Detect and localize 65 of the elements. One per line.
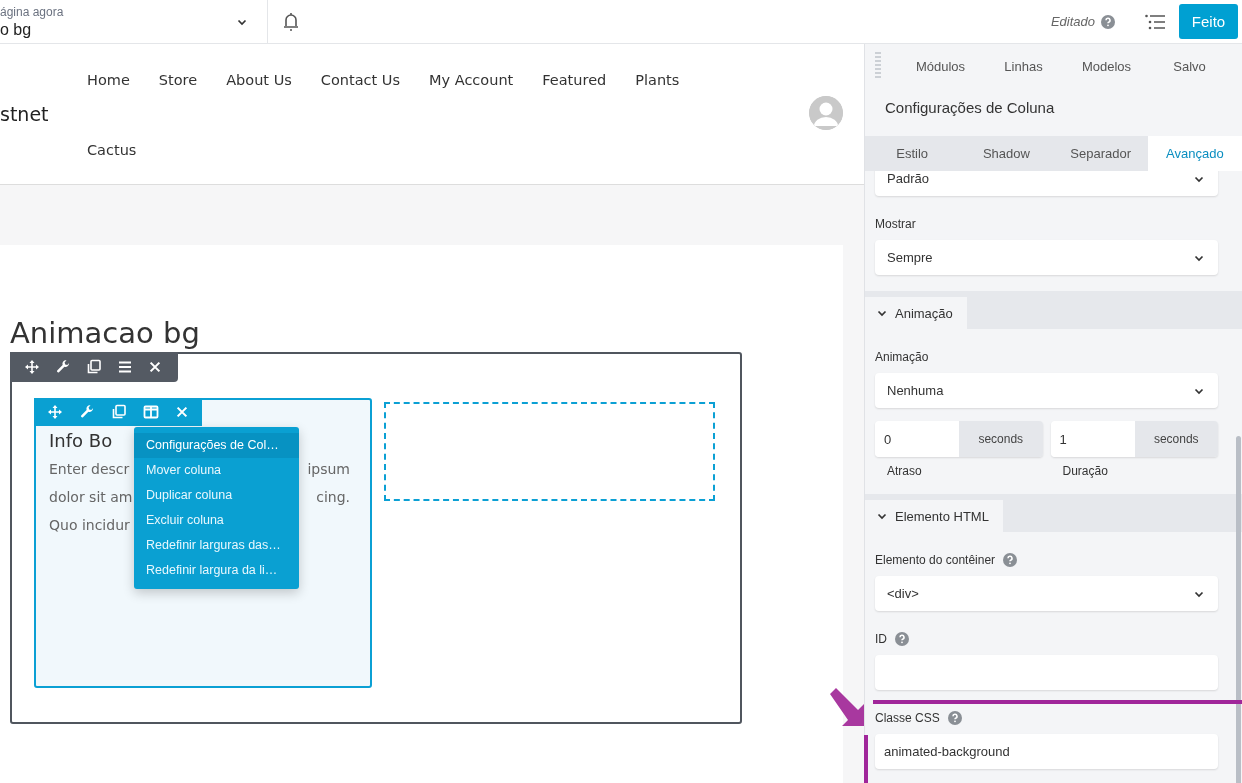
close-icon[interactable] (148, 360, 162, 374)
copy-icon[interactable] (111, 404, 127, 420)
close-icon[interactable] (175, 405, 189, 419)
body-text: cing. (316, 488, 350, 507)
section-header[interactable]: Elemento HTML (865, 500, 1003, 532)
panel-title: Configurações de Coluna (884, 98, 1056, 118)
body-text: Quo incidur (49, 516, 130, 535)
status-text: Editado (1050, 14, 1095, 29)
field-label: Animação (875, 350, 929, 364)
field-label: Elemento do contêiner (875, 553, 996, 567)
list-icon[interactable] (1145, 13, 1165, 30)
bell-icon[interactable] (282, 11, 300, 32)
field-label: Mostrar (875, 217, 916, 231)
row-outline[interactable]: Info Bo Enter descr ipsum dolor sit am cing. Quo incidur Configurações de Col… Mover coluna Duplicar coluna Excluir coluna Redefinir larguras das… Redefinir largura da li… (10, 352, 742, 724)
nav-link[interactable]: My Account (429, 72, 514, 88)
panel-tab[interactable]: Módulos (899, 58, 982, 74)
nav-link[interactable]: About Us (226, 72, 292, 88)
body-text: dolor sit am (49, 488, 133, 507)
nav-link[interactable]: Home (87, 72, 130, 88)
empty-column[interactable] (384, 402, 715, 501)
drag-handle[interactable] (875, 52, 881, 80)
field-label: Duração (1061, 464, 1109, 478)
move-icon[interactable] (24, 359, 40, 375)
nav-link[interactable]: Contact Us (320, 72, 400, 88)
panel-tab[interactable]: Linhas (982, 58, 1065, 74)
text-field[interactable] (875, 655, 1218, 690)
select-field[interactable]: Sempre (875, 240, 1218, 275)
columns-icon[interactable] (143, 404, 159, 420)
help-icon[interactable] (1003, 553, 1018, 567)
site-logo: stnet (0, 103, 50, 125)
nav-link[interactable]: Featured (542, 72, 607, 88)
section-header[interactable]: Animação (865, 297, 967, 329)
nav-link[interactable]: Plants (635, 72, 680, 88)
field-label: Classe CSS (875, 711, 940, 725)
settings-tab[interactable]: Estilo (865, 136, 960, 171)
wrench-icon[interactable] (55, 359, 71, 375)
select-field[interactable]: <div> (875, 576, 1218, 611)
select-field[interactable]: Nenhuma (875, 373, 1218, 408)
field-label: ID (875, 632, 887, 646)
field-label: Atraso (886, 464, 923, 478)
help-icon[interactable] (1101, 14, 1115, 29)
body-text: Enter descr (49, 460, 130, 479)
move-icon[interactable] (47, 404, 63, 420)
page-title: Animacao bg (10, 315, 201, 351)
avatar-icon[interactable] (809, 96, 843, 130)
body-text: ipsum (307, 460, 350, 479)
box-heading: Info Bo (49, 429, 113, 453)
settings-tab[interactable]: Separador (1053, 136, 1148, 171)
settings-tab[interactable]: Avançado (1147, 136, 1242, 171)
help-icon[interactable] (947, 711, 962, 725)
menu-icon[interactable] (117, 359, 133, 375)
page-dropdown[interactable]: ágina agora o bg (0, 0, 268, 43)
menu-item[interactable]: Configurações de Col… (134, 433, 299, 458)
scrollbar[interactable] (1236, 436, 1241, 783)
panel-tab[interactable]: Salvo (1148, 58, 1231, 74)
select-field[interactable]: Padrão (875, 171, 1218, 196)
help-icon[interactable] (895, 632, 909, 646)
column-outline[interactable]: Info Bo Enter descr ipsum dolor sit am cing. Quo incidur Configurações de Col… Mover coluna Duplicar coluna Excluir coluna Redefinir larguras das… Redefinir largura da li… (34, 398, 372, 688)
wrench-icon[interactable] (79, 404, 95, 420)
panel-tab[interactable]: Modelos (1065, 58, 1148, 74)
copy-icon[interactable] (86, 359, 102, 375)
settings-tab[interactable]: Shadow (959, 136, 1054, 171)
text-field[interactable]: animated-background (875, 734, 1218, 769)
nav-link[interactable]: Store (158, 72, 198, 88)
nav-link[interactable]: Cactus (87, 142, 137, 158)
